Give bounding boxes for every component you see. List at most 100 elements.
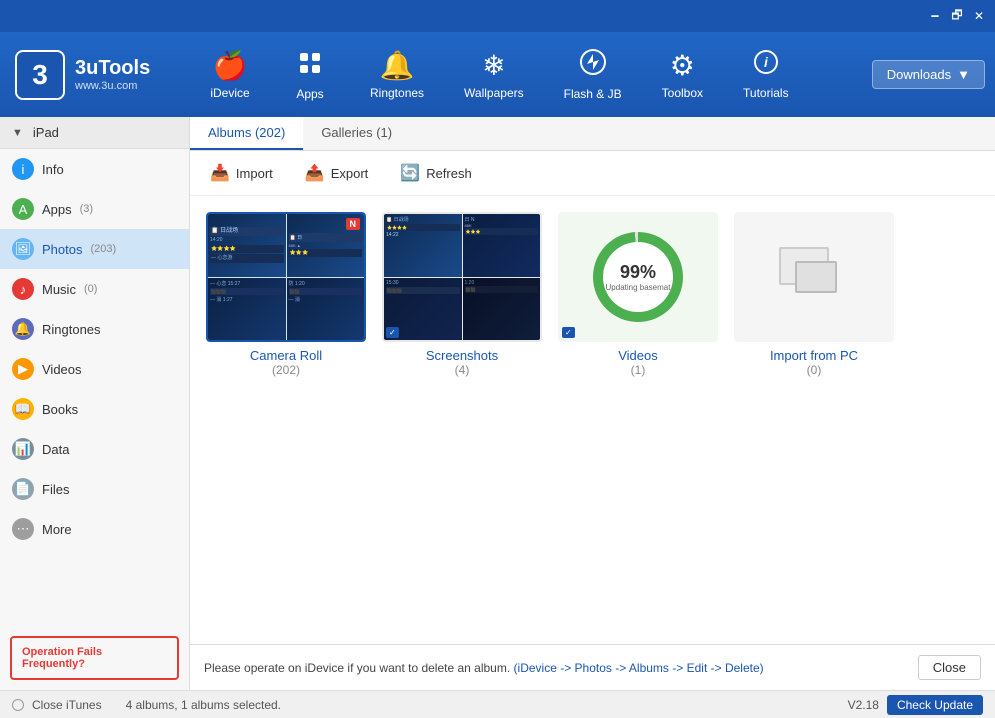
brand-name: 3uTools xyxy=(75,57,150,80)
sidebar-item-apps[interactable]: A Apps (3) xyxy=(0,189,189,229)
photos-badge: (203) xyxy=(90,243,116,255)
albums-grid: 📋 日战场 14:20 ⭐⭐⭐⭐ — 心恋游 📋 日 88K ▲ ⭐⭐⭐ xyxy=(190,196,995,644)
device-name: iPad xyxy=(33,125,59,140)
tab-toolbox[interactable]: ⚙ Toolbox xyxy=(642,32,723,117)
import-button[interactable]: 📥 Import xyxy=(202,159,281,187)
apps-badge: (3) xyxy=(80,203,93,215)
main-layout: ▼ iPad i Info A Apps (3) 🖼 Photos (203) … xyxy=(0,117,995,690)
tab-idevice[interactable]: 🍎 iDevice xyxy=(190,32,270,117)
import-placeholder xyxy=(779,247,849,307)
sidebar-item-videos[interactable]: ▶ Videos xyxy=(0,349,189,389)
tab-albums[interactable]: Albums (202) xyxy=(190,117,303,150)
tab-flash[interactable]: Flash & JB xyxy=(544,32,642,117)
content-tabs: Albums (202) Galleries (1) xyxy=(190,117,995,151)
videos-label: Videos xyxy=(42,362,82,377)
books-label: Books xyxy=(42,402,78,417)
album-screenshots-count: (4) xyxy=(382,363,542,377)
album-screenshots[interactable]: 📋 日战场 ⭐⭐⭐⭐ 14:22 日 N 88K ⭐⭐⭐ 15:30 ⬛⬛⬛ xyxy=(382,212,542,628)
tab-apps[interactable]: Apps xyxy=(270,32,350,117)
apps-icon xyxy=(296,49,324,83)
ringtones-icon: 🔔 xyxy=(380,49,415,82)
version-label: V2.18 xyxy=(848,698,879,712)
more-label: More xyxy=(42,522,72,537)
screenshots-thumb: 📋 日战场 ⭐⭐⭐⭐ 14:22 日 N 88K ⭐⭐⭐ 15:30 ⬛⬛⬛ xyxy=(384,214,540,340)
album-camera-roll[interactable]: 📋 日战场 14:20 ⭐⭐⭐⭐ — 心恋游 📋 日 88K ▲ ⭐⭐⭐ xyxy=(206,212,366,628)
info-label: Info xyxy=(42,162,64,177)
photos-sidebar-icon: 🖼 xyxy=(12,238,34,260)
sidebar-item-music[interactable]: ♪ Music (0) xyxy=(0,269,189,309)
tab-tutorials[interactable]: i Tutorials xyxy=(723,32,809,117)
tab-galleries[interactable]: Galleries (1) xyxy=(303,117,410,150)
toolbox-icon: ⚙ xyxy=(670,49,695,82)
sidebar-item-photos[interactable]: 🖼 Photos (203) xyxy=(0,229,189,269)
album-screenshots-name: Screenshots xyxy=(382,348,542,363)
album-import-pc-count: (0) xyxy=(734,363,894,377)
brand-url: www.3u.com xyxy=(75,80,150,92)
files-sidebar-icon: 📄 xyxy=(12,478,34,500)
files-label: Files xyxy=(42,482,69,497)
progress-circle: 99% Updating basemat xyxy=(593,232,683,322)
window-controls[interactable]: 🗕 🗗 ✕ xyxy=(927,8,987,24)
flash-icon xyxy=(579,48,607,83)
info-bar: Please operate on iDevice if you want to… xyxy=(190,644,995,690)
ringtones-label: Ringtones xyxy=(42,322,101,337)
videos-sidebar-icon: ▶ xyxy=(12,358,34,380)
sidebar-item-info[interactable]: i Info xyxy=(0,149,189,189)
sidebar-item-more[interactable]: ⋯ More xyxy=(0,509,189,549)
music-sidebar-icon: ♪ xyxy=(12,278,34,300)
idevice-icon: 🍎 xyxy=(213,49,248,82)
header: 3 3uTools www.3u.com 🍎 iDevice Apps 🔔 R xyxy=(0,32,995,117)
export-icon: 📤 xyxy=(305,163,325,183)
album-videos-name: Videos xyxy=(558,348,718,363)
status-left: Close iTunes 4 albums, 1 albums selected… xyxy=(12,698,281,712)
op-fails-button[interactable]: Operation Fails Frequently? xyxy=(10,636,179,680)
import-icon: 📥 xyxy=(210,163,230,183)
logo-text: 3uTools www.3u.com xyxy=(75,57,150,92)
info-message: Please operate on iDevice if you want to… xyxy=(204,661,906,675)
nav-tabs: 🍎 iDevice Apps 🔔 Ringtones ❄ Wallpapers xyxy=(190,32,862,117)
wallpapers-icon: ❄ xyxy=(482,49,505,82)
tab-wallpapers[interactable]: ❄ Wallpapers xyxy=(444,32,544,117)
close-itunes-label[interactable]: Close iTunes xyxy=(32,698,102,712)
album-import-pc[interactable]: Import from PC (0) xyxy=(734,212,894,628)
info-close-button[interactable]: Close xyxy=(918,655,981,680)
close-btn-titlebar[interactable]: ✕ xyxy=(971,8,987,24)
album-videos-count: (1) xyxy=(558,363,718,377)
sidebar-item-ringtones[interactable]: 🔔 Ringtones xyxy=(0,309,189,349)
toolbar: 📥 Import 📤 Export 🔄 Refresh xyxy=(190,151,995,196)
export-button[interactable]: 📤 Export xyxy=(297,159,377,187)
refresh-button[interactable]: 🔄 Refresh xyxy=(392,159,479,187)
info-sidebar-icon: i xyxy=(12,158,34,180)
logo-area: 3 3uTools www.3u.com xyxy=(0,32,190,117)
tutorials-icon: i xyxy=(753,49,779,82)
books-sidebar-icon: 📖 xyxy=(12,398,34,420)
downloads-button[interactable]: Downloads ▼ xyxy=(872,60,985,89)
svg-text:i: i xyxy=(764,54,769,70)
device-header: ▼ iPad xyxy=(0,117,189,149)
album-import-pc-name: Import from PC xyxy=(734,348,894,363)
album-videos[interactable]: 99% Updating basemat ✓ Videos (1) xyxy=(558,212,718,628)
tab-ringtones[interactable]: 🔔 Ringtones xyxy=(350,32,444,117)
sidebar: ▼ iPad i Info A Apps (3) 🖼 Photos (203) … xyxy=(0,117,190,690)
check-update-button[interactable]: Check Update xyxy=(887,695,983,715)
sidebar-item-books[interactable]: 📖 Books xyxy=(0,389,189,429)
status-right: V2.18 Check Update xyxy=(848,695,983,715)
music-badge: (0) xyxy=(84,283,97,295)
photos-label: Photos xyxy=(42,242,82,257)
apps-label: Apps xyxy=(42,202,72,217)
itunes-status-circle xyxy=(12,699,24,711)
info-link: (iDevice -> Photos -> Albums -> Edit -> … xyxy=(514,661,764,675)
download-arrow-icon: ▼ xyxy=(957,67,970,82)
restore-btn[interactable]: 🗗 xyxy=(949,8,965,24)
data-sidebar-icon: 📊 xyxy=(12,438,34,460)
minimize-btn[interactable]: 🗕 xyxy=(927,8,943,24)
logo-icon: 3 xyxy=(15,50,65,100)
apps-sidebar-icon: A xyxy=(12,198,34,220)
status-bar: Close iTunes 4 albums, 1 albums selected… xyxy=(0,690,995,718)
albums-info: 4 albums, 1 albums selected. xyxy=(126,698,281,712)
collapse-arrow[interactable]: ▼ xyxy=(12,127,23,139)
sidebar-item-files[interactable]: 📄 Files xyxy=(0,469,189,509)
refresh-icon: 🔄 xyxy=(400,163,420,183)
ringtones-sidebar-icon: 🔔 xyxy=(12,318,34,340)
sidebar-item-data[interactable]: 📊 Data xyxy=(0,429,189,469)
